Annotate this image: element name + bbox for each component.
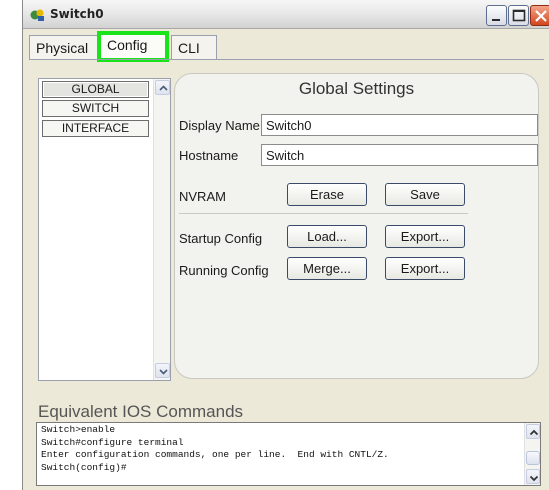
ios-commands-console[interactable]: Switch>enable Switch#configure terminal …: [36, 422, 541, 486]
section-divider: [179, 213, 468, 214]
nvram-erase-button[interactable]: Erase: [287, 183, 367, 206]
nvram-label: NVRAM: [179, 189, 226, 204]
scroll-up-button[interactable]: [155, 80, 170, 95]
nav-switch-button[interactable]: SWITCH: [42, 100, 149, 117]
console-line: Enter configuration commands, one per li…: [41, 449, 389, 460]
display-name-field[interactable]: Switch0: [261, 114, 538, 136]
nav-interface-button[interactable]: INTERFACE: [42, 120, 149, 137]
minimize-button[interactable]: [486, 5, 507, 26]
maximize-icon: [512, 9, 526, 22]
tab-cli[interactable]: CLI: [171, 35, 217, 60]
running-export-button[interactable]: Export...: [385, 257, 465, 280]
scroll-down-button[interactable]: [155, 363, 170, 378]
console-line: Switch#configure terminal: [41, 436, 184, 448]
chevron-down-icon: [159, 369, 168, 375]
startup-export-button[interactable]: Export...: [385, 225, 465, 248]
nav-scrollbar[interactable]: [153, 79, 170, 380]
startup-config-label: Startup Config: [179, 231, 263, 246]
console-text: Switch>enable Switch#configure terminal …: [41, 424, 389, 474]
console-scroll-down-button[interactable]: [526, 469, 540, 484]
config-nav-list: GLOBAL SWITCH INTERFACE: [38, 78, 171, 381]
window-title: Switch0: [50, 7, 104, 21]
tab-panel-border: [29, 59, 544, 60]
display-name-label: Display Name: [179, 118, 260, 133]
switch0-window: Switch0 Physical CLI Config GLOBAL SWITC…: [22, 0, 549, 490]
console-scrollbar[interactable]: [524, 423, 540, 485]
hostname-label: Hostname: [179, 148, 239, 163]
chevron-down-icon: [529, 475, 539, 482]
global-settings-panel: Global Settings Display Name Switch0 Hos…: [174, 73, 539, 379]
startup-load-button[interactable]: Load...: [287, 225, 367, 248]
nav-global-button[interactable]: GLOBAL: [42, 81, 149, 98]
tab-config[interactable]: Config: [97, 31, 169, 62]
chevron-up-icon: [529, 429, 539, 436]
console-line: Switch>enable: [41, 424, 116, 435]
running-merge-button[interactable]: Merge...: [287, 257, 367, 280]
running-config-label: Running Config: [179, 263, 269, 278]
switch-device-icon: [29, 7, 45, 23]
title-bar[interactable]: Switch0: [23, 0, 549, 29]
ios-commands-title: Equivalent IOS Commands: [38, 402, 244, 421]
console-scroll-thumb[interactable]: [526, 451, 540, 465]
settings-title: Global Settings: [298, 79, 415, 98]
console-line: Switch(config)#: [41, 461, 127, 473]
chevron-up-icon: [159, 85, 168, 91]
console-scroll-up-button[interactable]: [526, 424, 540, 439]
nvram-save-button[interactable]: Save: [385, 183, 465, 206]
close-icon: [535, 10, 547, 22]
tab-physical[interactable]: Physical: [29, 35, 100, 60]
maximize-button[interactable]: [508, 5, 529, 26]
tab-bar: Physical CLI Config: [23, 31, 549, 62]
hostname-field[interactable]: Switch: [261, 144, 538, 166]
minimize-icon: [492, 19, 500, 21]
close-button[interactable]: [530, 5, 549, 26]
